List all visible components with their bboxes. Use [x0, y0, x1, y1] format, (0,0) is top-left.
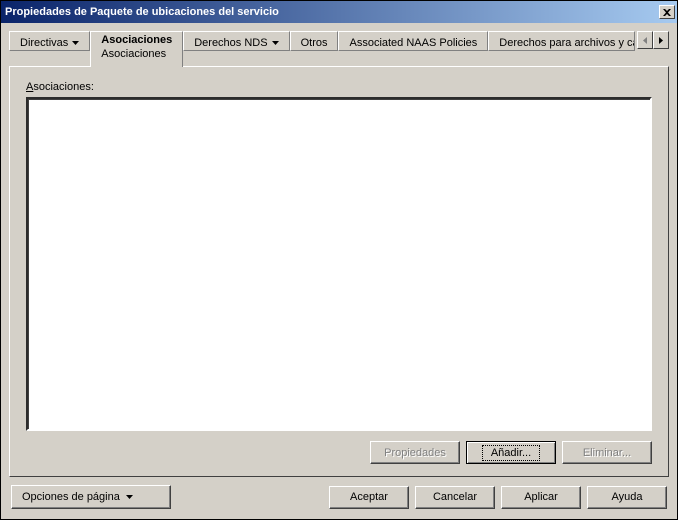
chevron-down-icon	[272, 41, 279, 45]
ayuda-button[interactable]: Ayuda	[587, 486, 667, 509]
asociaciones-listbox[interactable]	[26, 97, 652, 431]
tab-label: Derechos para archivos y carpetas	[499, 37, 635, 49]
tab-label: Derechos NDS	[194, 37, 267, 49]
close-button[interactable]	[659, 5, 675, 19]
tab-otros[interactable]: Otros	[290, 31, 339, 51]
cancelar-button[interactable]: Cancelar	[415, 486, 495, 509]
tabstrip: Directivas Asociaciones Asociaciones Der…	[9, 31, 669, 67]
tab-derechos-nds[interactable]: Derechos NDS	[183, 31, 289, 51]
tab-scroll-right[interactable]	[653, 31, 669, 49]
button-label: Aceptar	[350, 491, 388, 503]
panel-button-row: Propiedades Añadir... Eliminar...	[26, 441, 652, 464]
button-label: Cancelar	[433, 491, 477, 503]
tab-label: Associated NAAS Policies	[349, 37, 477, 49]
tab-scroll-controls	[637, 31, 669, 67]
aceptar-button[interactable]: Aceptar	[329, 486, 409, 509]
chevron-down-icon	[126, 495, 133, 499]
button-label: Eliminar...	[583, 447, 631, 459]
page-options-button[interactable]: Opciones de página	[11, 485, 171, 509]
tab-directivas[interactable]: Directivas	[9, 31, 90, 51]
close-icon	[663, 9, 671, 16]
tab-label: Otros	[301, 37, 328, 49]
dialog-footer: Opciones de página Aceptar Cancelar Apli…	[9, 477, 669, 511]
tab-naas-policies[interactable]: Associated NAAS Policies	[338, 31, 488, 51]
anadir-button[interactable]: Añadir...	[466, 441, 556, 464]
tab-derechos-archivos[interactable]: Derechos para archivos y carpetas	[488, 31, 635, 51]
chevron-right-icon	[659, 37, 663, 44]
tab-label: Asociaciones	[101, 34, 172, 46]
chevron-left-icon	[643, 37, 647, 44]
eliminar-button: Eliminar...	[562, 441, 652, 464]
chevron-down-icon	[72, 41, 79, 45]
propiedades-button: Propiedades	[370, 441, 460, 464]
tab-sublabel: Asociaciones	[101, 48, 166, 60]
titlebar: Propiedades de Paquete de ubicaciones de…	[1, 1, 677, 23]
button-label: Propiedades	[384, 447, 446, 459]
button-label: Opciones de página	[22, 491, 120, 503]
button-label: Ayuda	[612, 491, 643, 503]
aplicar-button[interactable]: Aplicar	[501, 486, 581, 509]
window-title: Propiedades de Paquete de ubicaciones de…	[5, 6, 659, 18]
window-frame: Propiedades de Paquete de ubicaciones de…	[0, 0, 678, 520]
button-label: Añadir...	[482, 445, 540, 461]
tab-scroll-left[interactable]	[637, 31, 653, 49]
asociaciones-label: Asociaciones:	[26, 81, 652, 93]
client-area: Directivas Asociaciones Asociaciones Der…	[1, 23, 677, 519]
button-label: Aplicar	[524, 491, 558, 503]
tab-label: Directivas	[20, 37, 68, 49]
panel-asociaciones: Asociaciones: Propiedades Añadir... Elim…	[9, 66, 669, 477]
label-rest: sociaciones:	[33, 81, 94, 93]
tab-asociaciones[interactable]: Asociaciones Asociaciones	[90, 31, 183, 67]
